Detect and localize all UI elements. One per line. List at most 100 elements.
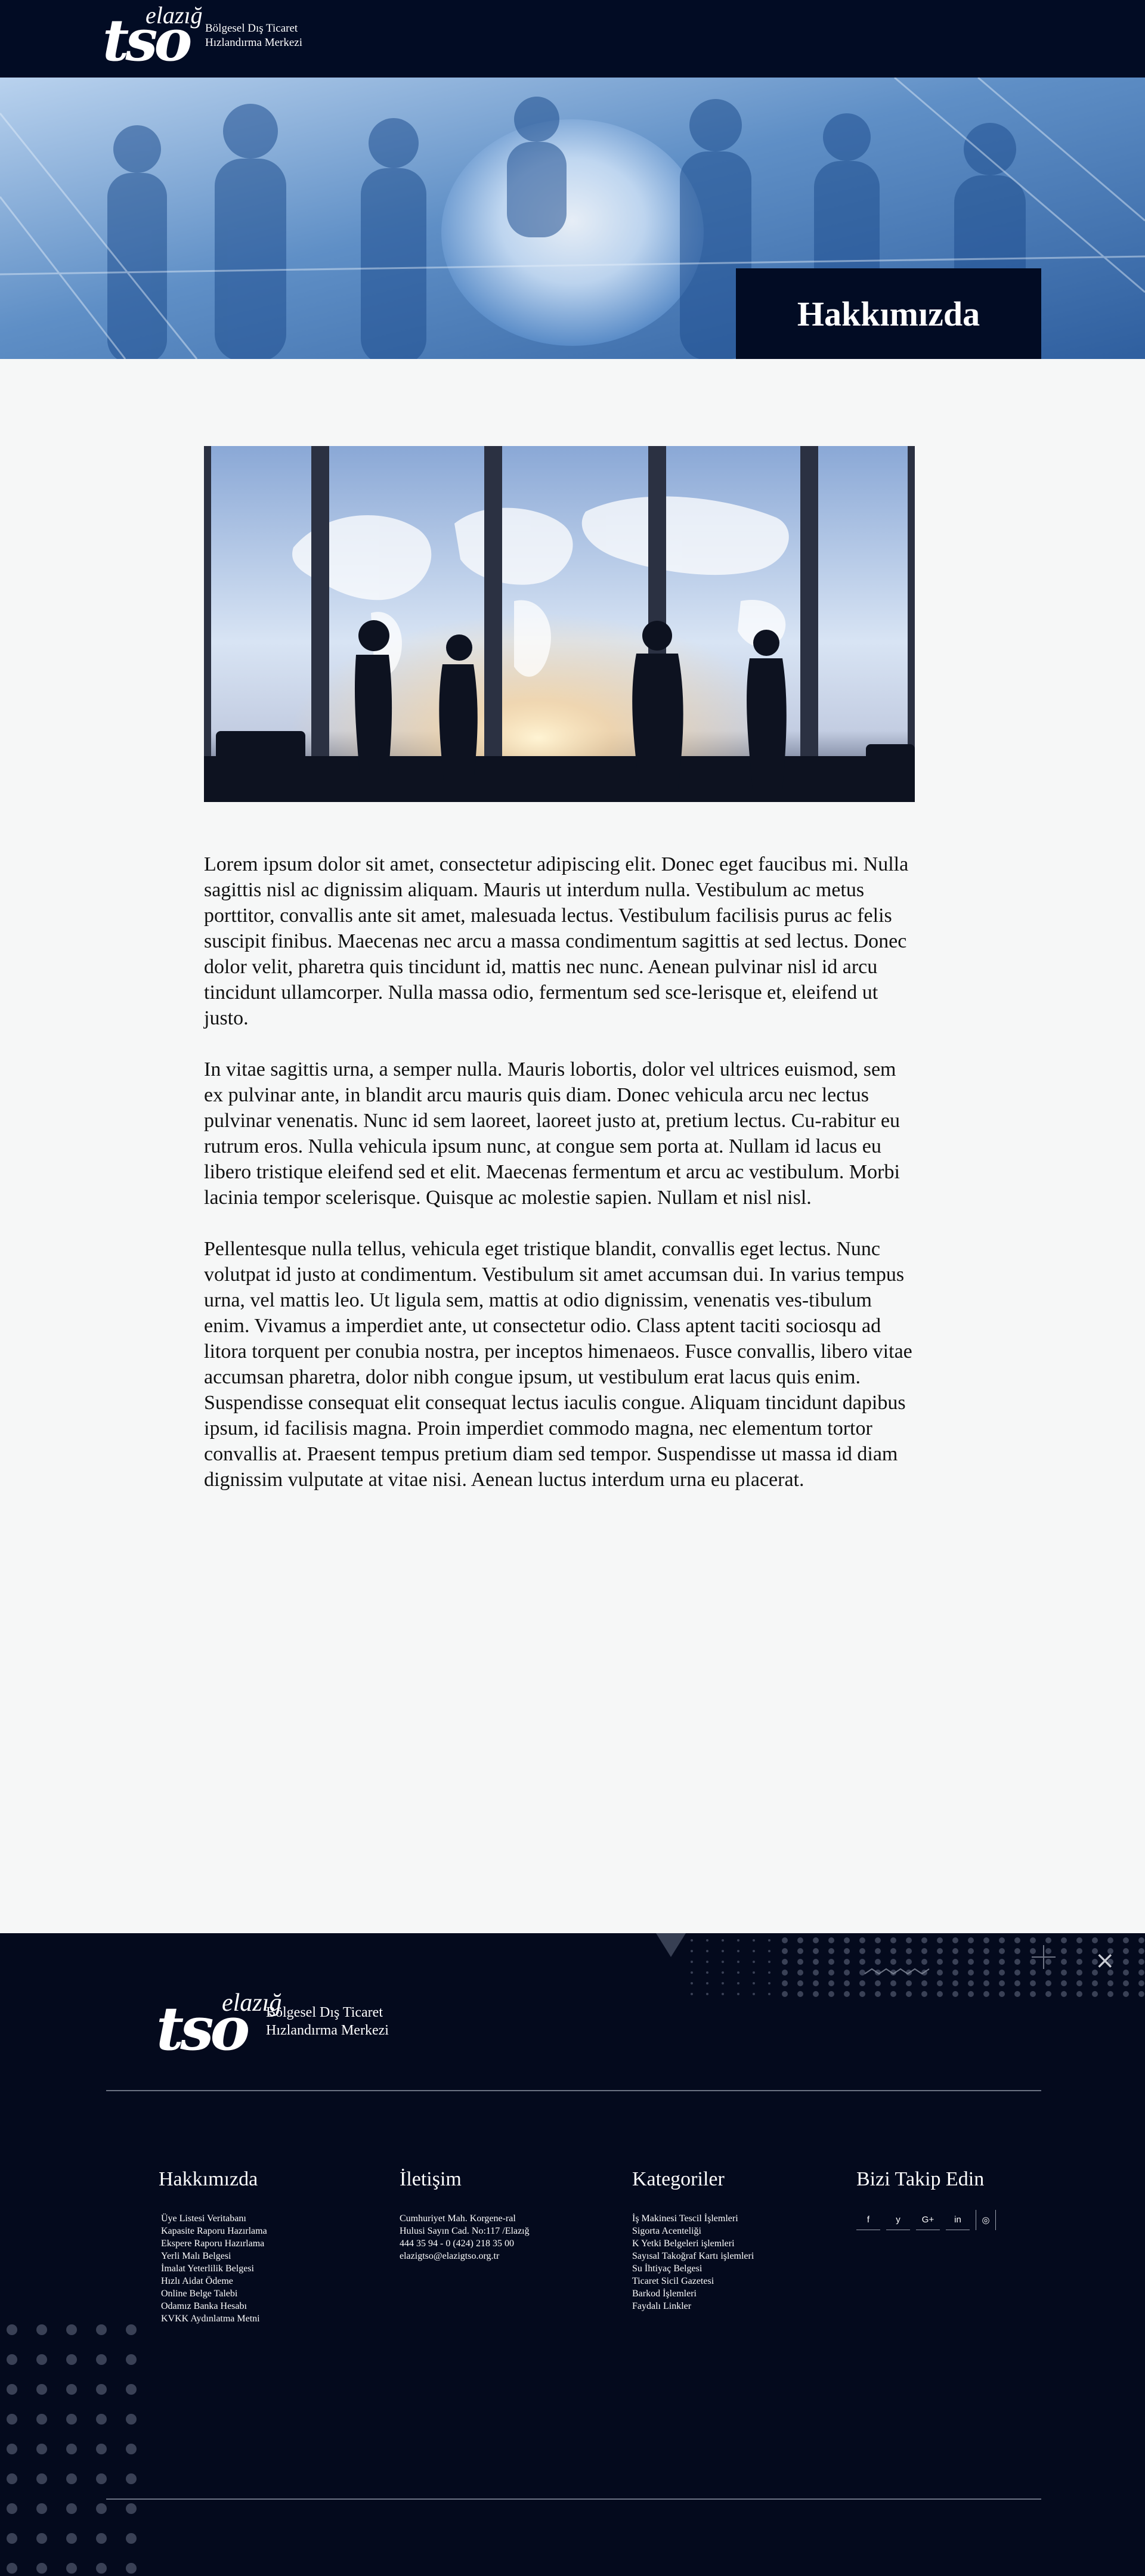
footer-contact-email[interactable]: elazigtso@elazigtso.org.tr	[400, 2250, 543, 2262]
decor-dot	[753, 1939, 755, 1942]
decor-dot	[1092, 1991, 1098, 1997]
decor-dot	[1045, 1980, 1051, 1986]
decor-dot	[1030, 1959, 1036, 1965]
decor-dot	[36, 2444, 47, 2454]
decor-dot	[813, 1991, 819, 1997]
decor-dot	[1061, 1970, 1067, 1976]
decor-dot	[1107, 1937, 1113, 1943]
feature-image	[204, 446, 915, 802]
decor-dot	[722, 1950, 724, 1952]
footer-about-link[interactable]: Üye Listesi Veritabanı	[161, 2212, 267, 2225]
footer-about-link[interactable]: Kapasite Raporu Hazırlama	[161, 2225, 267, 2237]
logo-tagline: Bölgesel Dış Ticaret Hızlandırma Merkezi	[205, 21, 302, 50]
decor-dot	[813, 1959, 819, 1965]
decor-dot	[999, 1980, 1005, 1986]
decor-dot	[921, 1959, 927, 1965]
footer-contact-phone[interactable]: 444 35 94 - 0 (424) 218 35 00	[400, 2237, 543, 2250]
decor-dot	[7, 2324, 17, 2335]
decor-dot	[1138, 1980, 1144, 1986]
footer-about-link[interactable]: Odamız Banka Hesabı	[161, 2300, 267, 2312]
footer-category-link[interactable]: Su İhtiyaç Belgesi	[632, 2262, 754, 2275]
footer-category-link[interactable]: Sayısal Takoğraf Kartı işlemleri	[632, 2250, 754, 2262]
decor-dot	[96, 2414, 107, 2425]
logo-small-word: elazığ	[146, 2, 203, 29]
google-plus-icon[interactable]: G+	[916, 2210, 940, 2230]
instagram-icon[interactable]: ◎	[976, 2210, 996, 2230]
decor-dot	[906, 1980, 912, 1986]
decor-dot	[782, 1959, 788, 1965]
footer-about-link[interactable]: Hızlı Aidat Ödeme	[161, 2275, 267, 2287]
decor-dot	[782, 1980, 788, 1986]
decor-dot	[906, 1937, 912, 1943]
footer-about-link[interactable]: KVKK Aydınlatma Metni	[161, 2312, 267, 2325]
decor-dot	[1138, 1970, 1144, 1976]
footer-tagline-line2: Hızlandırma Merkezi	[266, 2023, 389, 2038]
decor-dot	[96, 2533, 107, 2544]
decor-dot	[36, 2414, 47, 2425]
decor-dot	[126, 2533, 137, 2544]
decor-dot	[952, 1959, 958, 1965]
decor-dot	[737, 1950, 739, 1952]
decor-dot	[952, 1948, 958, 1954]
decor-dot	[983, 1970, 989, 1976]
decor-dot	[1092, 1937, 1098, 1943]
footer-about-link[interactable]: Online Belge Talebi	[161, 2287, 267, 2300]
decor-dot	[768, 1961, 770, 1963]
decor-dot	[828, 1970, 834, 1976]
decor-dot	[921, 1937, 927, 1943]
decor-dot	[1061, 1959, 1067, 1965]
twitter-icon[interactable]: y	[886, 2210, 910, 2230]
decor-dot	[797, 1959, 803, 1965]
decor-dot	[844, 1937, 850, 1943]
decor-dot	[1014, 1948, 1020, 1954]
footer-column-follow: Bizi Takip Edin f y G+ in ◎	[856, 2168, 996, 2230]
site-logo[interactable]: elazığ tso Bölgesel Dış Ticaret Hızlandı…	[103, 2, 302, 69]
footer-logo-small-word: elazığ	[222, 1989, 282, 2017]
decor-dot	[906, 1991, 912, 1997]
decor-dot	[797, 1991, 803, 1997]
footer-category-link[interactable]: İş Makinesi Tescil İşlemleri	[632, 2212, 754, 2225]
footer-about-link[interactable]: Ekspere Raporu Hazırlama	[161, 2237, 267, 2250]
decor-dot	[1030, 1948, 1036, 1954]
footer-category-link[interactable]: Barkod İşlemleri	[632, 2287, 754, 2300]
footer-about-link[interactable]: İmalat Yeterlilik Belgesi	[161, 2262, 267, 2275]
decor-dot	[921, 1991, 927, 1997]
decor-dot	[737, 1939, 739, 1942]
decor-dot	[1123, 1937, 1129, 1943]
decor-dot	[96, 2324, 107, 2335]
decor-dot	[859, 1948, 865, 1954]
decor-dot	[768, 1939, 770, 1942]
decor-dot	[844, 1959, 850, 1965]
decor-dot	[722, 1961, 724, 1963]
linkedin-icon[interactable]: in	[946, 2210, 970, 2230]
decor-dot	[1045, 1991, 1051, 1997]
decor-dot	[1123, 1970, 1129, 1976]
article-paragraph: Pellentesque nulla tellus, vehicula eget…	[204, 1238, 912, 1491]
decor-dot	[126, 2563, 137, 2574]
decor-dot	[753, 1993, 755, 1995]
decor-dot	[968, 1970, 974, 1976]
decor-dot	[1014, 1970, 1020, 1976]
decor-dot	[722, 1939, 724, 1942]
decor-dot	[1045, 1948, 1051, 1954]
close-icon[interactable]: ×	[1095, 1949, 1115, 1973]
decor-dot	[753, 1982, 755, 1984]
decor-dot	[983, 1980, 989, 1986]
decor-dot	[706, 1961, 708, 1963]
decor-dot	[36, 2563, 47, 2574]
facebook-icon[interactable]: f	[856, 2210, 880, 2230]
decor-dot	[1123, 1991, 1129, 1997]
footer-category-link[interactable]: Sigorta Acenteliği	[632, 2225, 754, 2237]
footer-category-link[interactable]: Ticaret Sicil Gazetesi	[632, 2275, 754, 2287]
decor-dot	[999, 1948, 1005, 1954]
decor-dot	[722, 1971, 724, 1974]
footer-logo-mark: elazığ tso	[156, 1990, 281, 2058]
decor-dot	[797, 1948, 803, 1954]
footer-about-link[interactable]: Yerli Malı Belgesi	[161, 2250, 267, 2262]
decor-dot	[1030, 1991, 1036, 1997]
footer-category-link[interactable]: Faydalı Linkler	[632, 2300, 754, 2312]
footer-contact-title: İletişim	[400, 2168, 462, 2190]
footer-category-link[interactable]: K Yetki Belgeleri işlemleri	[632, 2237, 754, 2250]
footer-logo[interactable]: elazığ tso Bölgesel Dış Ticaret Hızlandı…	[156, 1990, 389, 2058]
decor-dot	[722, 1982, 724, 1984]
